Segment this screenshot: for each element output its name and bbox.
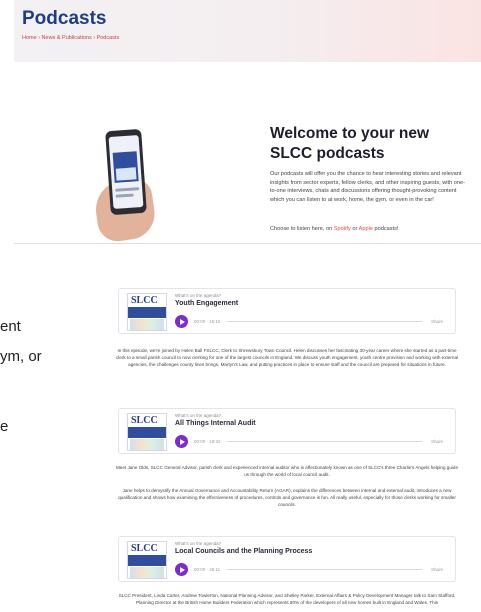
cover-band <box>128 427 166 438</box>
page-header-banner: Podcasts Home › News & Publications › Po… <box>14 0 481 62</box>
episode-title: Youth Engagement <box>175 300 239 307</box>
podcast-episode-card: SLCC What's on the agenda? Youth Engagem… <box>118 288 456 334</box>
share-button[interactable]: Share <box>431 319 443 324</box>
progress-track[interactable] <box>227 441 422 442</box>
episode-description: Jane helps to demystify the Annual Gover… <box>118 488 456 507</box>
episode-cover-image: SLCC <box>127 541 167 579</box>
episode-time: 00:00 · 19:32 <box>194 439 221 444</box>
slcc-logo: SLCC <box>131 295 158 306</box>
listen-or: or <box>350 226 359 232</box>
cover-band <box>128 307 166 318</box>
cover-illustration <box>130 567 164 578</box>
share-button[interactable]: Share <box>431 567 443 572</box>
episode-title: Local Councils and the Planning Process <box>175 548 313 555</box>
breadcrumb[interactable]: Home › News & Publications › Podcasts <box>22 35 119 41</box>
cropped-text-line: ym, or <box>0 348 42 365</box>
episode-cover-image: SLCC <box>127 293 167 331</box>
welcome-description: Our podcasts will offer you the chance t… <box>270 171 465 203</box>
progress-track[interactable] <box>227 569 422 570</box>
cropped-text-line: ent <box>0 318 21 335</box>
episode-description: Meet Jane Olds, SLCC General Advisor, pa… <box>115 465 459 477</box>
episode-kicker: What's on the agenda? <box>175 413 222 418</box>
episode-description: SLCC President, Linda Carter, Andrew Tow… <box>118 593 456 605</box>
podcast-cover-graphic <box>112 151 139 183</box>
welcome-heading: Welcome to your new SLCC podcasts <box>270 125 430 162</box>
page-title: Podcasts <box>22 8 107 29</box>
progress-line <box>115 193 134 198</box>
listen-prefix: Choose to listen here, on <box>270 226 334 232</box>
phone-graphic <box>105 128 147 216</box>
play-button[interactable] <box>175 435 188 448</box>
phone-in-hand-image <box>92 126 160 244</box>
listen-suffix: podcasts! <box>372 226 399 232</box>
episode-time: 00:00 · 15:15 <box>194 319 221 324</box>
cover-illustration <box>130 319 164 330</box>
cover-illustration <box>115 167 137 181</box>
podcast-episode-card: SLCC What's on the agenda? All Things In… <box>118 408 456 454</box>
progress-line <box>115 187 140 192</box>
episode-title: All Things Internal Audit <box>175 420 256 427</box>
episode-kicker: What's on the agenda? <box>175 541 222 546</box>
slcc-logo: SLCC <box>131 415 158 426</box>
cover-illustration <box>130 439 164 450</box>
cover-band <box>128 555 166 566</box>
section-divider <box>14 243 481 244</box>
listen-line: Choose to listen here, on Spotify or App… <box>270 226 470 232</box>
phone-screen <box>108 135 144 209</box>
play-button[interactable] <box>175 563 188 576</box>
episode-kicker: What's on the agenda? <box>175 293 222 298</box>
progress-track[interactable] <box>227 321 422 322</box>
apple-link[interactable]: Apple <box>359 226 373 232</box>
podcast-episode-card: SLCC What's on the agenda? Local Council… <box>118 536 456 582</box>
episode-time: 00:00 · 46:11 <box>194 567 221 572</box>
play-button[interactable] <box>175 315 188 328</box>
episode-description: In this episode, we're joined by Helen B… <box>115 348 459 367</box>
cropped-text-line: e <box>0 418 9 435</box>
share-button[interactable]: Share <box>431 439 443 444</box>
spotify-link[interactable]: Spotify <box>334 226 351 232</box>
slcc-logo: SLCC <box>131 543 158 554</box>
episode-cover-image: SLCC <box>127 413 167 451</box>
